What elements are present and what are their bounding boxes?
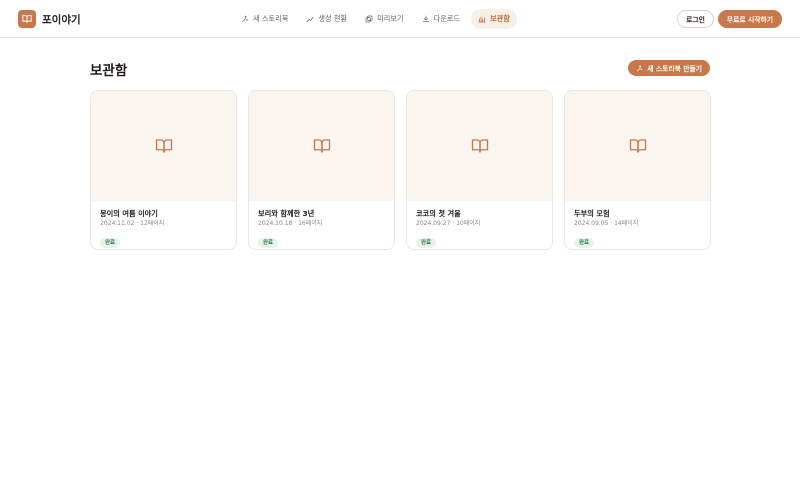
layers-icon [365, 15, 373, 23]
nav-item-archive[interactable]: 보관함 [471, 9, 517, 29]
status-badge: 완료 [100, 238, 121, 248]
status-badge: 완료 [258, 238, 279, 248]
card-cover [407, 91, 552, 201]
open-book-icon [313, 139, 330, 153]
book-icon [18, 10, 36, 28]
storybook-card[interactable]: 두부의 모험 2024.09.05 · 14페이지 완료 [564, 90, 711, 250]
card-meta: 2024.09.27 · 10페이지 [416, 220, 481, 227]
storybook-grid: 몽이의 여름 이야기 2024.11.02 · 12페이지 완료 보리와 함께한… [90, 90, 711, 250]
card-cover [565, 91, 710, 201]
nav-label: 새 스토리북 [253, 14, 289, 23]
card-title: 보리와 함께한 3년 [258, 209, 315, 218]
storybook-card[interactable]: 몽이의 여름 이야기 2024.11.02 · 12페이지 완료 [90, 90, 237, 250]
card-title: 몽이의 여름 이야기 [100, 209, 158, 218]
card-title: 코코의 첫 겨울 [416, 209, 461, 218]
new-storybook-label: 새 스토리북 만들기 [647, 65, 702, 73]
sparkle-icon [637, 65, 643, 71]
nav-item-generation-status[interactable]: 생성 현황 [299, 9, 354, 29]
new-storybook-button[interactable]: 새 스토리북 만들기 [628, 60, 710, 76]
top-header: 포이야기 새 스토리북 생성 현황 미리보기 다운로드 보관함 로그인 무료로 … [0, 0, 800, 38]
archive-icon [478, 16, 486, 23]
storybook-card[interactable]: 보리와 함께한 3년 2024.10.18 · 16페이지 완료 [248, 90, 395, 250]
card-meta: 2024.11.02 · 12페이지 [100, 220, 165, 227]
nav-label: 다운로드 [433, 14, 461, 23]
nav-item-preview[interactable]: 미리보기 [358, 9, 410, 29]
nav-item-new-storybook[interactable]: 새 스토리북 [234, 9, 295, 29]
status-badge: 완료 [416, 238, 437, 248]
page-title: 보관함 [90, 63, 128, 79]
sparkle-icon [242, 15, 248, 23]
card-cover [91, 91, 236, 201]
open-book-icon [471, 139, 488, 153]
download-icon [422, 15, 429, 23]
login-button[interactable]: 로그인 [677, 10, 714, 28]
card-cover [249, 91, 394, 201]
nav-label: 보관함 [490, 14, 510, 23]
nav-label: 생성 현황 [318, 14, 348, 23]
main-nav: 새 스토리북 생성 현황 미리보기 다운로드 보관함 [234, 9, 517, 29]
auth-buttons: 로그인 무료로 시작하기 [677, 10, 782, 28]
trend-icon [306, 16, 314, 23]
storybook-card[interactable]: 코코의 첫 겨울 2024.09.27 · 10페이지 완료 [406, 90, 553, 250]
nav-item-download[interactable]: 다운로드 [415, 9, 467, 29]
card-meta: 2024.09.05 · 14페이지 [574, 220, 639, 227]
card-meta: 2024.10.18 · 16페이지 [258, 220, 323, 227]
open-book-icon [629, 139, 646, 153]
brand-logo-link[interactable]: 포이야기 [18, 10, 81, 28]
brand-name: 포이야기 [42, 13, 81, 26]
nav-label: 미리보기 [377, 14, 404, 23]
start-free-button[interactable]: 무료로 시작하기 [717, 10, 782, 28]
card-title: 두부의 모험 [574, 209, 610, 218]
status-badge: 완료 [574, 238, 595, 248]
open-book-icon [155, 139, 172, 153]
